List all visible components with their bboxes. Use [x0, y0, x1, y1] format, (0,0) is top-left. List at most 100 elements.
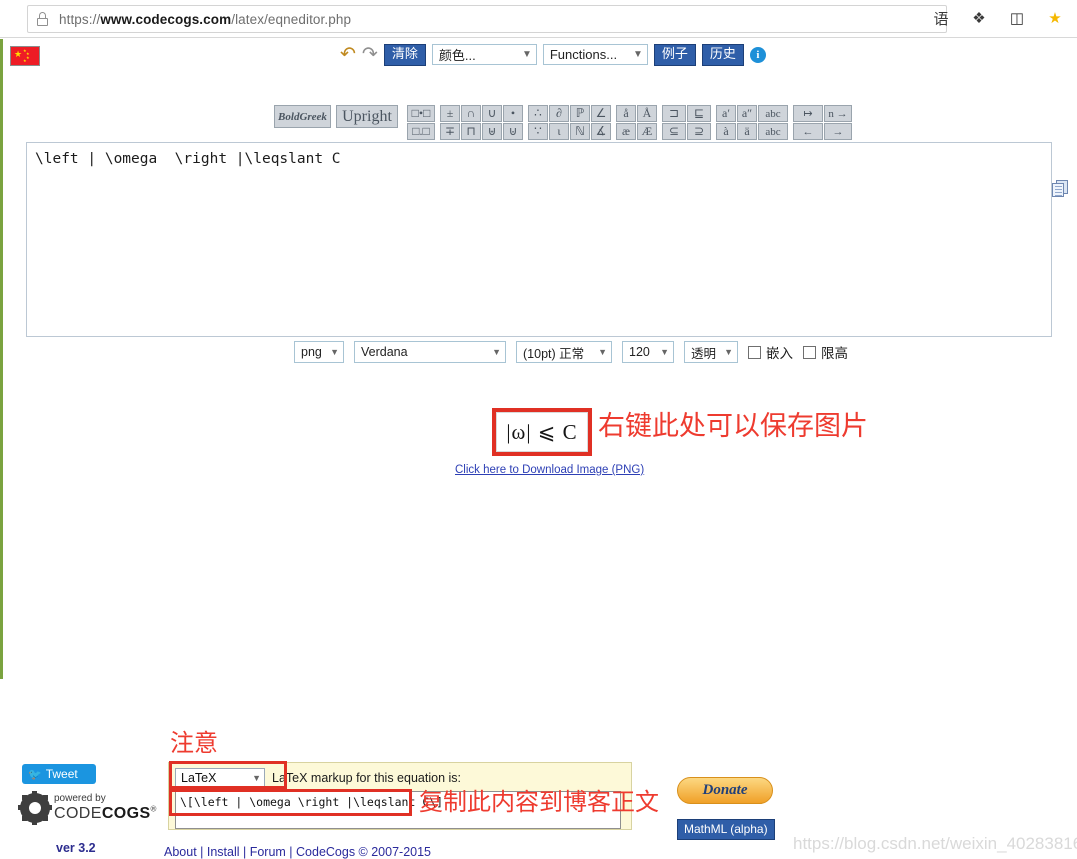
- therefore-button[interactable]: ∴: [528, 105, 548, 122]
- lock-icon: [36, 12, 49, 26]
- bold-greek-button[interactable]: BoldGreek: [274, 105, 331, 128]
- height-checkbox[interactable]: [803, 345, 816, 359]
- brand-code: CODE: [54, 805, 102, 823]
- history-button[interactable]: 历史: [701, 44, 744, 66]
- minusplus-button[interactable]: ∓: [440, 123, 460, 140]
- color-select[interactable]: 颜色... ▼: [431, 44, 537, 66]
- undo-arrow-icon[interactable]: ↶: [340, 45, 356, 64]
- sqsupset-button[interactable]: ⊑: [687, 105, 711, 122]
- right-arrow-button[interactable]: →: [824, 123, 852, 140]
- markup-format-select[interactable]: LaTeX ▼: [175, 768, 265, 787]
- powered-by-label: powered by: [54, 793, 106, 804]
- address-bar[interactable]: https://www.codecogs.com/latex/eqneditor…: [27, 5, 947, 33]
- sqcup-button[interactable]: ⊍: [503, 123, 523, 140]
- mathml-button[interactable]: MathML (alpha): [677, 819, 775, 840]
- dot-accent-button[interactable]: à: [716, 123, 736, 140]
- examples-button[interactable]: 例子: [653, 44, 696, 66]
- plusminus-button[interactable]: ±: [440, 105, 460, 122]
- subscript-button[interactable]: □.□: [407, 123, 435, 140]
- partial-button[interactable]: ∂: [549, 105, 569, 122]
- intersection-button[interactable]: ∩: [461, 105, 481, 122]
- copy-content-annotation: 复制此内容到博客正文: [419, 788, 659, 816]
- toolbar-top-row: ↶ ↷ 清除 颜色... ▼ Functions... ▼ 例子 历史 i: [340, 44, 766, 66]
- ae-button[interactable]: æ: [616, 123, 636, 140]
- format-select[interactable]: png ▼: [294, 341, 344, 363]
- brand-registered: ®: [150, 804, 157, 814]
- inline-checkbox[interactable]: [748, 345, 761, 359]
- font-size-select[interactable]: (10pt) 正常 ▼: [516, 341, 612, 363]
- superscript-button[interactable]: □•□: [407, 105, 435, 122]
- toolbar-palette-row-a: BoldGreek Upright □•□ □.□ ± ∩ ∪ • ∓ ⊓ ⊎ …: [274, 105, 852, 140]
- dpi-select-value: 120: [629, 345, 650, 359]
- save-image-annotation: 右键此处可以保存图片: [598, 411, 868, 442]
- height-option: 限高: [803, 342, 848, 362]
- left-arrow-button[interactable]: ←: [793, 123, 823, 140]
- favorites-star-icon[interactable]: ★: [1045, 8, 1065, 28]
- sets-group: ⊐ ⊑ ⊆ ⊇: [662, 105, 711, 140]
- functions-select[interactable]: Functions... ▼: [542, 44, 648, 66]
- logic-group: ∴ ∂ ℙ ∠ ∵ ɩ ℕ ∡: [528, 105, 611, 140]
- aring-button[interactable]: å: [616, 105, 636, 122]
- info-icon[interactable]: i: [749, 46, 766, 63]
- translate-icon[interactable]: 语: [931, 8, 951, 28]
- browser-toolbar: https://www.codecogs.com/latex/eqneditor…: [0, 0, 1077, 38]
- font-select[interactable]: Verdana ▼: [354, 341, 506, 363]
- equation-preview-image[interactable]: |ω| ⩽ C: [496, 412, 588, 452]
- blackboard-n-button[interactable]: ℕ: [570, 123, 590, 140]
- extensions-icon[interactable]: ❖: [969, 8, 989, 28]
- tweet-button[interactable]: 🐦 Tweet: [22, 764, 96, 784]
- arrows-group: ↦ n → ← →: [793, 105, 852, 140]
- background-select[interactable]: 透明 ▼: [684, 341, 738, 363]
- copy-paste-icon[interactable]: [1052, 180, 1069, 197]
- markup-panel-header: LaTeX ▼ LaTeX markup for this equation i…: [175, 768, 625, 787]
- prime-button[interactable]: a′: [716, 105, 736, 122]
- supseteq-button[interactable]: ⊇: [687, 123, 711, 140]
- widehat-button[interactable]: abc: [758, 123, 788, 140]
- subseteq-button[interactable]: ⊆: [662, 123, 686, 140]
- color-select-value: 颜色...: [438, 48, 476, 64]
- double-prime-button[interactable]: a″: [737, 105, 757, 122]
- address-bar-url: https://www.codecogs.com/latex/eqneditor…: [59, 11, 352, 27]
- codecogs-wordmark: powered by CODECOGS®: [54, 789, 157, 823]
- ddot-accent-button[interactable]: ä: [737, 123, 757, 140]
- download-image-link[interactable]: Click here to Download Image (PNG): [455, 464, 644, 476]
- Aring-button[interactable]: Å: [637, 105, 657, 122]
- csdn-watermark: https://blog.csdn.net/weixin_40283816: [793, 834, 1077, 853]
- markup-description-label: LaTeX markup for this equation is:: [272, 770, 461, 785]
- limit-arrow-button[interactable]: n →: [824, 105, 852, 122]
- dpi-select[interactable]: 120 ▼: [622, 341, 674, 363]
- latex-editor-container: [26, 142, 1052, 337]
- bullet-button[interactable]: •: [503, 105, 523, 122]
- chevron-down-icon: ▼: [632, 49, 643, 61]
- mapsto-arrow-button[interactable]: ↦: [793, 105, 823, 122]
- primes-group: a′ a″ abc à ä abc: [716, 105, 788, 140]
- upright-button[interactable]: Upright: [336, 105, 398, 128]
- output-options-bar: png ▼ Verdana ▼ (10pt) 正常 ▼ 120 ▼ 透明 ▼ 嵌…: [294, 341, 848, 363]
- iota-button[interactable]: ɩ: [549, 123, 569, 140]
- blackboard-p-button[interactable]: ℙ: [570, 105, 590, 122]
- AE-button[interactable]: Æ: [637, 123, 657, 140]
- donate-button[interactable]: Donate: [677, 777, 773, 804]
- chevron-down-icon: ▼: [252, 772, 261, 783]
- note-annotation: 注意: [170, 729, 218, 757]
- clear-button[interactable]: 清除: [383, 44, 426, 66]
- footer-links[interactable]: About | Install | Forum | CodeCogs © 200…: [164, 845, 431, 859]
- angle-button[interactable]: ∠: [591, 105, 611, 122]
- equation-editor-toolbar: ↶ ↷ 清除 颜色... ▼ Functions... ▼ 例子 历史 i Bo…: [0, 39, 1077, 181]
- chevron-down-icon: ▼: [724, 347, 733, 357]
- sqcap-button[interactable]: ⊓: [461, 123, 481, 140]
- format-select-value: png: [301, 345, 322, 359]
- sqsubset-button[interactable]: ⊐: [662, 105, 686, 122]
- widetilde-button[interactable]: abc: [758, 105, 788, 122]
- union-button[interactable]: ∪: [482, 105, 502, 122]
- redo-arrow-icon[interactable]: ↷: [362, 45, 378, 64]
- measured-angle-button[interactable]: ∡: [591, 123, 611, 140]
- font-select-value: Verdana: [361, 345, 408, 359]
- uplus-button[interactable]: ⊎: [482, 123, 502, 140]
- latex-source-input[interactable]: [26, 142, 1052, 337]
- version-label: ver 3.2: [56, 841, 96, 855]
- reading-list-icon[interactable]: ◫: [1007, 8, 1027, 28]
- markup-format-value: LaTeX: [181, 770, 217, 785]
- chevron-down-icon: ▼: [598, 347, 607, 357]
- because-button[interactable]: ∵: [528, 123, 548, 140]
